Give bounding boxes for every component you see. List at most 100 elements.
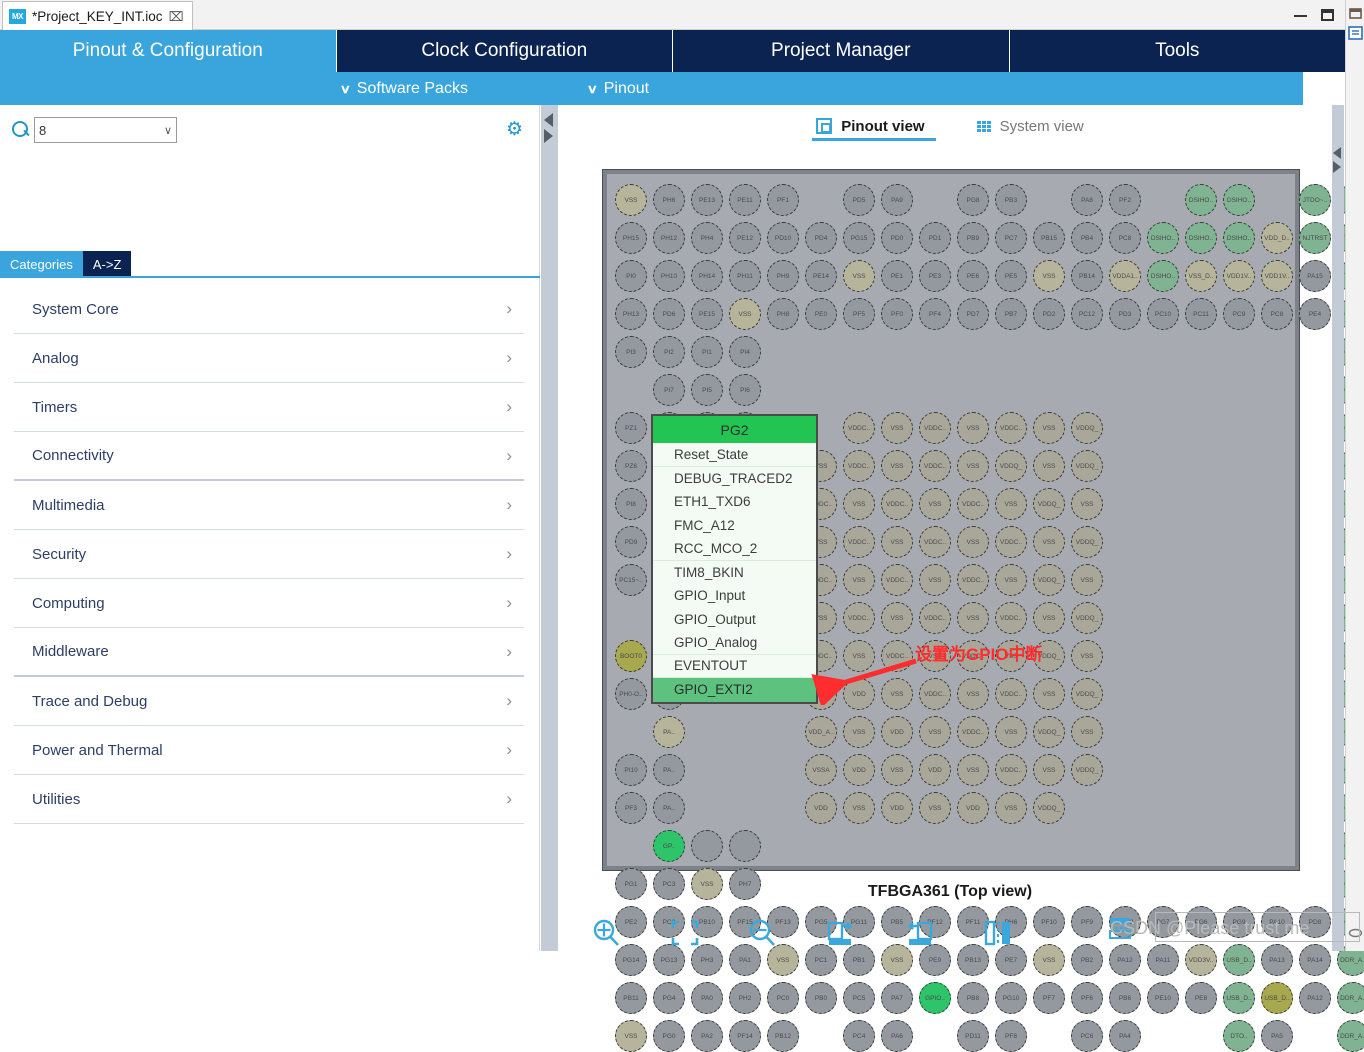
pin-ball[interactable]: VDDQ_ [1071,450,1103,482]
pin-ball[interactable]: VDDC.. [919,678,951,710]
pin-ball[interactable]: PE0 [805,298,837,330]
tab-pinout-view[interactable]: Pinout view [812,118,937,141]
pin-ball[interactable]: DSIHO.. [1223,184,1255,216]
restore-icon[interactable] [1321,9,1334,21]
pin-ball[interactable]: PH2 [729,982,761,1014]
tab-project-manager[interactable]: Project Manager [673,30,1010,72]
pin-ball[interactable]: PI5 [691,374,723,406]
pin-ball[interactable]: VDD [881,716,913,748]
pin-ball[interactable]: VDDC.. [957,716,989,748]
pin-ball[interactable]: VSS [615,184,647,216]
pin-ball[interactable]: PZ6 [615,450,647,482]
pin-ball[interactable]: PG10 [995,982,1027,1014]
sidebar-item-connectivity[interactable]: Connectivity › [14,432,524,481]
pin-ball[interactable]: VDDC.. [919,602,951,634]
close-icon[interactable]: ⌧ [169,10,184,23]
pin-ball[interactable]: VDDQ_ [1033,716,1065,748]
pin-ball[interactable]: VDD [919,754,951,786]
pin-ball[interactable]: PA8 [1071,184,1103,216]
pin-ball[interactable]: PI3 [615,336,647,368]
pin-ball[interactable]: VSS [1033,412,1065,444]
pin-ball[interactable]: VSS [957,602,989,634]
expand-right-icon[interactable] [1333,161,1341,173]
document-tab[interactable]: MX *Project_KEY_INT.ioc ⌧ [2,1,193,30]
pin-ball[interactable]: PH14 [691,260,723,292]
menu-software-packs[interactable]: ∨ Software Packs [340,80,468,98]
pin-ball[interactable]: PH12 [653,222,685,254]
pin-ball[interactable]: VDD [957,792,989,824]
pin-ball[interactable]: PB6 [1109,982,1141,1014]
pin-ball[interactable]: VSS [843,260,875,292]
pin-ball[interactable]: PC12 [1071,298,1103,330]
pin-ball[interactable]: VDDC.. [843,450,875,482]
pin-ball[interactable]: VDDC.. [843,412,875,444]
pin-ball[interactable]: PG4 [653,982,685,1014]
pin-ball[interactable]: VDDQ_ [1071,602,1103,634]
pin-ball[interactable]: PC15~.. [615,564,647,596]
pin-ball[interactable]: PD7 [957,298,989,330]
outline-view-icon[interactable] [1348,26,1363,40]
pin-ball[interactable]: PE12 [729,222,761,254]
collapse-left-icon[interactable] [1333,147,1341,159]
pin-ball[interactable]: PC9 [1223,298,1255,330]
pin-ball[interactable]: PC4 [843,1020,875,1052]
rotate-left-icon[interactable] [902,917,936,949]
pin-ball[interactable]: USB_D.. [1223,982,1255,1014]
pin-ball[interactable]: PH6 [653,184,685,216]
pin-ball[interactable]: PH13 [615,298,647,330]
pin-ball[interactable]: DSIHO.. [1223,222,1255,254]
pin-ball[interactable]: VSS [881,412,913,444]
pin-ball[interactable]: VSS [1033,450,1065,482]
pin-ball[interactable]: PE10 [1147,982,1179,1014]
pin-ball[interactable] [729,830,761,862]
pin-alternate-function-menu[interactable]: PG2 Reset_State DEBUG_TRACED2 ETH1_TXD6 … [651,414,818,704]
pin-ball[interactable]: VSS [881,450,913,482]
pin-ball[interactable]: PA7 [881,982,913,1014]
pin-ball[interactable]: PD9 [615,526,647,558]
tab-system-view[interactable]: System view [976,118,1084,141]
pin-ball[interactable]: PA.. [653,792,685,824]
pin-ball[interactable]: VSS [843,488,875,520]
pin-ball[interactable]: DSIHO.. [1185,222,1217,254]
pin-ball[interactable]: PH9 [767,260,799,292]
pin-ball[interactable]: VSS [957,450,989,482]
pin-ball[interactable]: VDDQ_ [1033,792,1065,824]
pin-ball[interactable]: PE4 [1299,298,1331,330]
menu-item-gpio-input[interactable]: GPIO_Input [653,584,816,608]
pin-ball[interactable]: PF4 [919,298,951,330]
minimize-icon[interactable] [1294,14,1307,17]
menu-item-tim8-bkin[interactable]: TIM8_BKIN [653,560,816,584]
sidebar-item-security[interactable]: Security › [14,530,524,579]
pin-ball[interactable]: VSS [957,412,989,444]
pin-ball[interactable]: PE6 [957,260,989,292]
pin-ball[interactable]: VSS [995,716,1027,748]
expand-right-icon[interactable] [544,129,553,143]
tab-clock-configuration[interactable]: Clock Configuration [337,30,673,72]
pin-ball[interactable]: PF3 [615,792,647,824]
menu-item-eventout[interactable]: EVENTOUT [653,654,816,678]
right-splitter-arrows[interactable] [1333,147,1341,173]
menu-item-debug-traced2[interactable]: DEBUG_TRACED2 [653,466,816,490]
pin-ball[interactable]: PB14 [1071,260,1103,292]
pin-ball[interactable]: PE8 [1185,982,1217,1014]
pin-ball[interactable]: PH11 [729,260,761,292]
pin-ball[interactable]: VSS [1033,602,1065,634]
pin-ball[interactable]: VSS [957,678,989,710]
pin-ball[interactable]: VSS [995,488,1027,520]
pin-ball[interactable]: VDD [881,792,913,824]
pin-ball[interactable]: PI2 [653,336,685,368]
pin-ball[interactable]: PF1 [767,184,799,216]
pin-ball[interactable]: PD10 [767,222,799,254]
pin-ball[interactable]: PI8 [615,488,647,520]
pin-ball[interactable]: VSSA [805,754,837,786]
pin-ball[interactable]: VDDC.. [995,412,1027,444]
pin-ball[interactable]: DSIHO.. [1147,260,1179,292]
rotate-right-icon[interactable] [824,917,858,949]
pin-ball[interactable]: PE1 [881,260,913,292]
menu-item-eth1-txd6[interactable]: ETH1_TXD6 [653,490,816,514]
pin-ball[interactable]: VDDC.. [957,488,989,520]
pin-ball[interactable]: PD3 [1109,298,1141,330]
sidebar-item-power-and-thermal[interactable]: Power and Thermal › [14,726,524,775]
pin-ball[interactable]: PC11 [1185,298,1217,330]
pin-ball[interactable]: VDDQ_ [1071,412,1103,444]
